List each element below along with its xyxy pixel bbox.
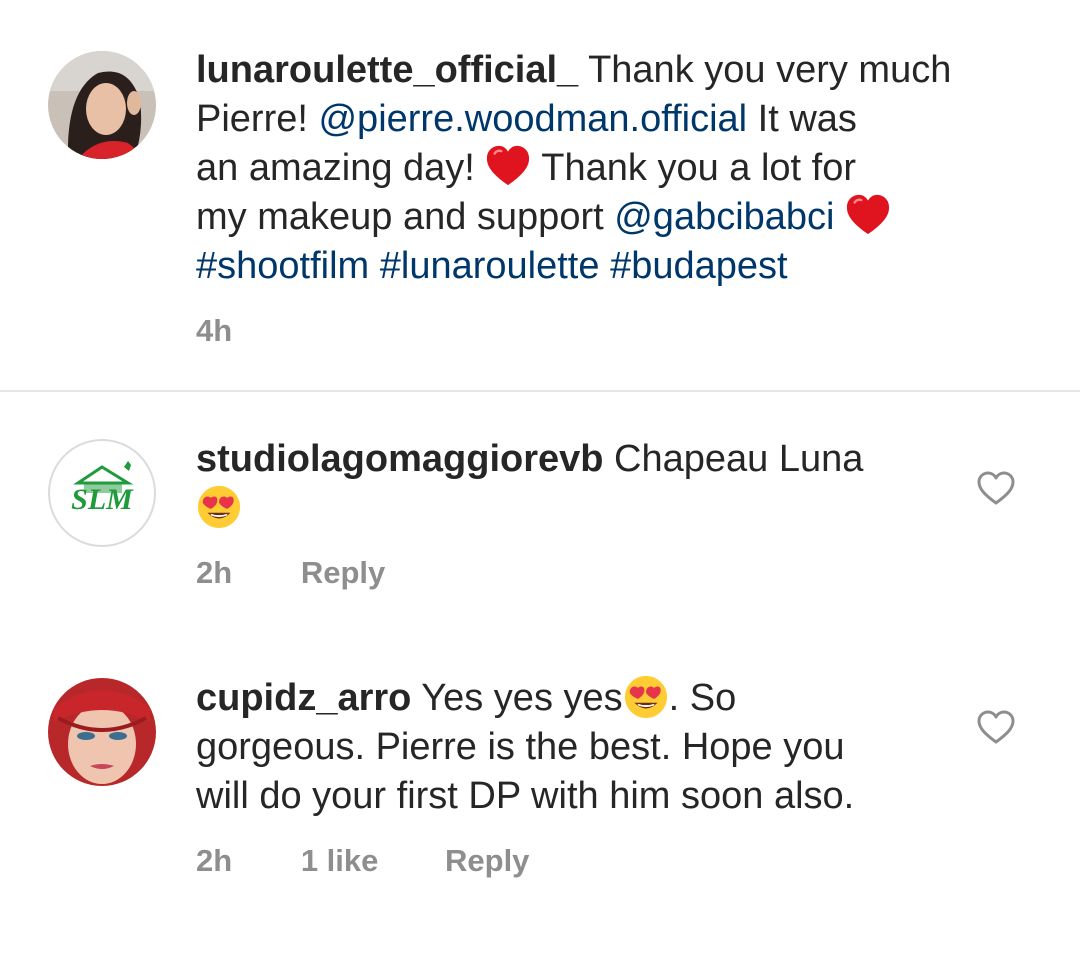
profile-photo (48, 51, 156, 159)
reply-button[interactable]: Reply (445, 843, 529, 879)
comment-text: cupidz_arro Yes yes yes . So gorgeous. Pi… (196, 674, 854, 821)
comment-username[interactable]: studiolagomaggiorevb (196, 438, 603, 480)
red-heart-icon (845, 193, 891, 237)
comment-time: 2h (196, 843, 233, 878)
mention-gabcibabci[interactable]: @gabcibabci (614, 196, 834, 238)
slm-logo-text: SLM (71, 483, 134, 516)
comment-body-start: Yes yes yes (411, 677, 623, 719)
hashtag-budapest[interactable]: #budapest (610, 245, 788, 287)
likes-count[interactable]: 1 like (301, 843, 379, 879)
avatar-lunaroulette[interactable] (48, 51, 156, 159)
caption-line1: Thank you very much (578, 49, 952, 91)
comment-body: Chapeau Luna (603, 438, 864, 480)
avatar-studiolagomaggiorevb[interactable]: SLM (48, 439, 156, 547)
caption-line3-pre: an amazing day! (196, 147, 486, 189)
caption-text: lunaroulette_official_ Thank you very mu… (196, 46, 951, 291)
heart-eyes-icon (196, 484, 242, 530)
comment-username[interactable]: cupidz_arro (196, 677, 411, 719)
reply-button[interactable]: Reply (301, 555, 385, 591)
red-heart-icon (485, 144, 531, 188)
caption-meta: 4h (196, 313, 232, 349)
comment-body-line3: will do your first DP with him soon also… (196, 775, 855, 817)
comment-time: 2h (196, 555, 233, 590)
caption-line4-pre: my makeup and support (196, 196, 615, 238)
heart-eyes-icon (623, 674, 669, 720)
avatar-cupidz-arro[interactable] (48, 678, 156, 786)
caption-line3-post: Thank you a lot for (531, 147, 857, 189)
mention-pierre[interactable]: @pierre.woodman.official (318, 98, 747, 140)
comment-text: studiolagomaggiorevb Chapeau Luna (196, 435, 863, 533)
comment-meta: 2h Reply (196, 555, 385, 591)
hashtag-lunaroulette[interactable]: #lunaroulette (380, 245, 600, 287)
comment-meta: 2h 1 like Reply (196, 843, 529, 879)
slm-logo-icon: SLM (71, 461, 134, 516)
comment-body-end: . So (668, 677, 737, 719)
divider (0, 390, 1080, 392)
comment-body-line2: gorgeous. Pierre is the best. Hope you (196, 726, 845, 768)
like-heart-icon[interactable] (976, 470, 1016, 506)
caption-line2-post: It was (747, 98, 857, 140)
caption-username[interactable]: lunaroulette_official_ (196, 49, 578, 91)
like-heart-icon[interactable] (976, 709, 1016, 745)
caption-line2-pre: Pierre! (196, 98, 319, 140)
profile-photo (48, 678, 156, 786)
hashtag-shootfilm[interactable]: #shootfilm (196, 245, 369, 287)
caption-time: 4h (196, 313, 233, 348)
